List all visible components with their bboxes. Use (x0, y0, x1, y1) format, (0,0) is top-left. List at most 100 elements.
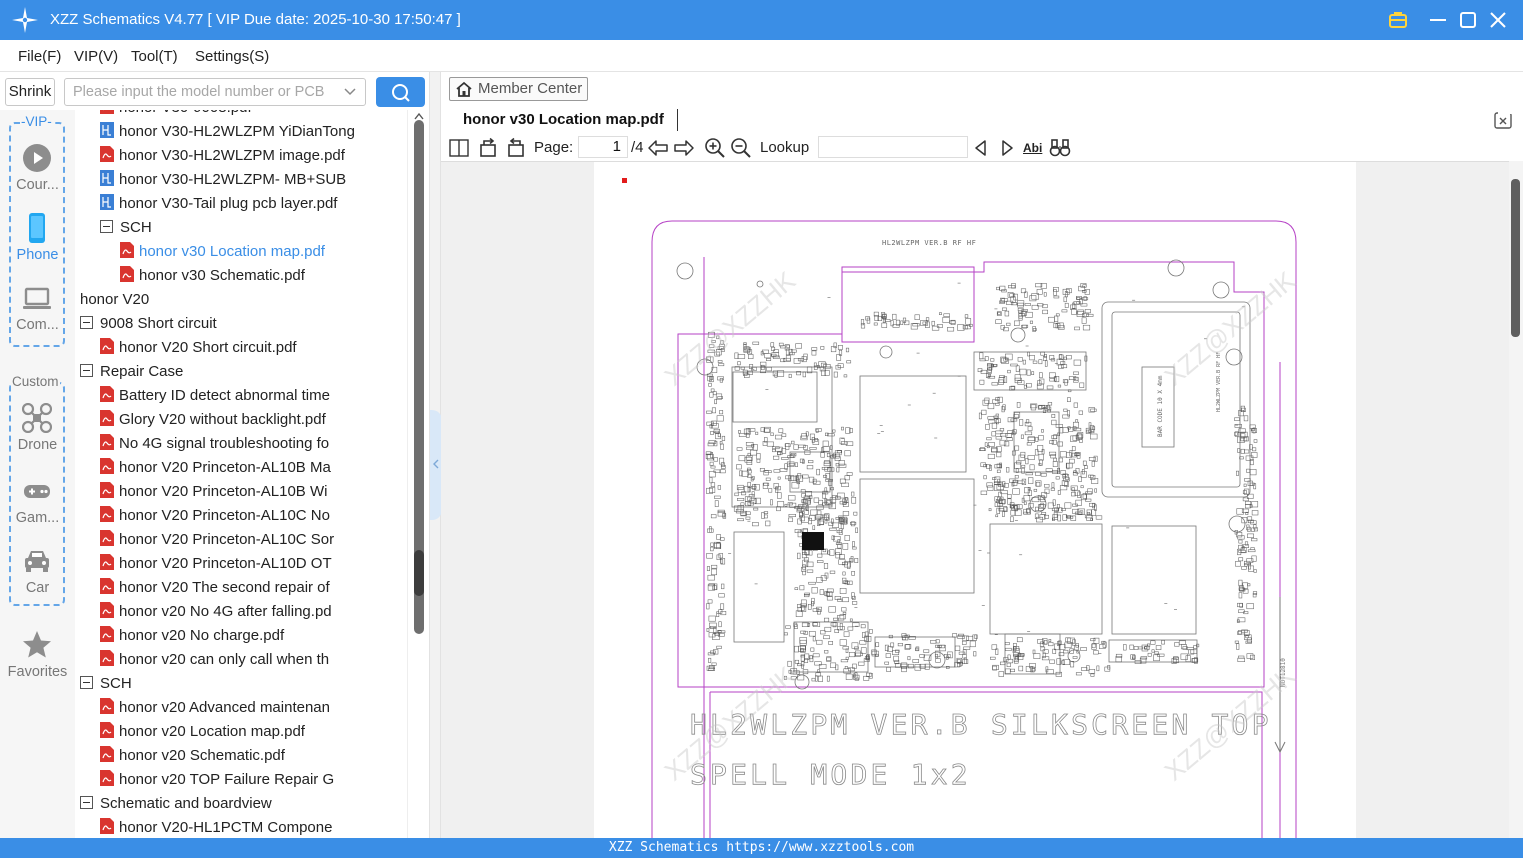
pcb-component-mark (1072, 503, 1078, 507)
minimize-icon[interactable] (1426, 8, 1450, 32)
find-next-icon[interactable] (996, 137, 1018, 159)
pcb-component-mark (1050, 454, 1056, 459)
collapse-toggle-icon[interactable] (80, 316, 93, 329)
category-phone[interactable]: Phone (0, 213, 75, 283)
pcb-component-mark (1029, 464, 1035, 471)
pcb-component-mark (837, 492, 845, 499)
tree-folder[interactable]: honor V20 (75, 288, 149, 312)
tree-file-item[interactable]: honor v30 Schematic.pdf (120, 264, 305, 288)
tree-file-item[interactable]: honor v20 can only call when th (100, 648, 329, 672)
tree-file-item[interactable]: honor V20 Short circuit.pdf (100, 336, 297, 360)
tree-file-item[interactable]: honor V30-Tail plug pcb layer.pdf (100, 192, 337, 216)
collapse-toggle-icon[interactable] (80, 796, 93, 809)
tree-folder[interactable]: SCH (100, 216, 152, 240)
close-icon[interactable] (1486, 8, 1510, 32)
pcb-component-mark (1151, 649, 1155, 653)
tree-file-item[interactable]: honor v20 Location map.pdf (100, 720, 305, 744)
zoom-in-icon[interactable] (704, 137, 726, 159)
shrink-button[interactable]: Shrink (5, 78, 55, 106)
pdf-file-icon (100, 506, 114, 522)
tree-file-item[interactable]: honor V20 Princeton-AL10C Sor (100, 528, 334, 552)
tree-file-item[interactable]: honor V30-HL2WLZPM image.pdf (100, 144, 345, 168)
menu-settings[interactable]: Settings(S) (195, 48, 269, 65)
document-scrollbar[interactable] (1509, 161, 1523, 838)
tree-file-item[interactable]: honor V20 Princeton-AL10B Wi (100, 480, 327, 504)
category-favorites[interactable]: Favorites (0, 630, 75, 700)
tree-file-item[interactable]: honor V20 Princeton-AL10C No (100, 504, 330, 528)
close-tab-icon[interactable] (1493, 110, 1513, 130)
scroll-up-icon[interactable] (413, 112, 425, 120)
tree-file-item[interactable]: honor V20-HL1PCTM Compone (100, 816, 332, 838)
collapse-toggle-icon[interactable] (80, 676, 93, 689)
chevron-down-icon[interactable] (343, 85, 357, 99)
menu-file[interactable]: File(F) (18, 48, 61, 65)
find-prev-icon[interactable] (970, 137, 992, 159)
tree-item-label: honor v20 No 4G after falling.pd (119, 603, 332, 620)
tree-file-item[interactable]: honor V30-HL2WLZPM YiDianTong (100, 120, 355, 144)
tree-file-item[interactable]: honor V20 The second repair of (100, 576, 330, 600)
pcb-component-mark (978, 412, 982, 420)
sidebar-toggle-icon[interactable] (448, 137, 470, 159)
page-number-input[interactable]: 1 (578, 136, 628, 158)
prev-page-icon[interactable] (647, 137, 669, 159)
binoculars-icon[interactable] (1049, 137, 1071, 159)
document-tab[interactable]: honor v30 Location map.pdf (449, 107, 678, 135)
tree-file-item[interactable]: honor V20 Princeton-AL10B Ma (100, 456, 331, 480)
tree-folder[interactable]: 9008 Short circuit (80, 312, 217, 336)
pcb-component-mark (773, 349, 779, 353)
document-area[interactable]: HL2WLZPM VER.B RF HF HL2WLZPM VER.B SILK… (441, 161, 1509, 838)
pcb-component-mark (716, 554, 721, 560)
menu-tool[interactable]: Tool(T) (131, 48, 178, 65)
rotate-left-icon[interactable] (478, 137, 500, 159)
pcb-component-mark (886, 667, 891, 672)
briefcase-icon[interactable] (1386, 8, 1410, 32)
category-drone[interactable]: Drone (0, 403, 75, 473)
pdf-file-icon (100, 650, 114, 666)
tree-file-item[interactable]: honor V30-HL2WLZPM- MB+SUB (100, 168, 346, 192)
tree-file-item[interactable]: honor v30 Location map.pdf (120, 240, 325, 264)
tree-scrollbar[interactable] (407, 110, 429, 838)
category-car[interactable]: Car (0, 546, 75, 616)
pcb-component-mark (842, 511, 850, 516)
tree-file-item[interactable]: honor v20 No charge.pdf (100, 624, 284, 648)
zoom-out-icon[interactable] (730, 137, 752, 159)
collapse-toggle-icon[interactable] (100, 220, 113, 233)
title-bar[interactable]: XZZ Schematics V4.77 [ VIP Due date: 202… (0, 0, 1523, 40)
tree-file-item[interactable]: No 4G signal troubleshooting fo (100, 432, 329, 456)
tree-file-item[interactable]: honor V30-9008.pdf (100, 110, 252, 120)
tree-folder[interactable]: Schematic and boardview (80, 792, 272, 816)
pcb-component-mark (1072, 656, 1078, 659)
tree-file-item[interactable]: Glory V20 without backlight.pdf (100, 408, 326, 432)
pcb-component-mark (922, 321, 927, 325)
tab-separator (677, 109, 678, 131)
member-center-button[interactable]: Member Center (449, 77, 588, 101)
tree-folder[interactable]: Repair Case (80, 360, 183, 384)
pdf-file-icon (100, 410, 114, 426)
search-button[interactable] (376, 77, 425, 107)
category-courses[interactable]: Cour... (0, 143, 75, 213)
model-search-combobox[interactable]: Please input the model number or PCB (64, 78, 366, 106)
maximize-icon[interactable] (1456, 8, 1480, 32)
tree-scrollbar-thumb[interactable] (414, 550, 424, 596)
category-computer[interactable]: Com... (0, 283, 75, 353)
tree-file-item[interactable]: honor v20 Advanced maintenan (100, 696, 330, 720)
collapse-toggle-icon[interactable] (80, 364, 93, 377)
pcb-component-mark (930, 640, 937, 644)
tree-folder[interactable]: SCH (80, 672, 132, 696)
rotate-right-icon[interactable] (504, 137, 526, 159)
tree-file-item[interactable]: honor v20 Schematic.pdf (100, 744, 285, 768)
tree-file-item[interactable]: honor V20 Princeton-AL10D OT (100, 552, 332, 576)
pcb-component-mark (1044, 484, 1050, 488)
tree-item-label: SCH (100, 675, 132, 692)
document-scrollbar-thumb[interactable] (1511, 179, 1520, 337)
lookup-input[interactable] (818, 136, 968, 158)
pcb-component-mark (846, 360, 852, 364)
category-game[interactable]: Gam... (0, 476, 75, 546)
tree-file-item[interactable]: honor v20 TOP Failure Repair G (100, 768, 334, 792)
next-page-icon[interactable] (673, 137, 695, 159)
tree-item-label: No 4G signal troubleshooting fo (119, 435, 330, 452)
tree-file-item[interactable]: honor v20 No 4G after falling.pd (100, 600, 332, 624)
tree-file-item[interactable]: Battery ID detect abnormal time (100, 384, 330, 408)
match-case-button[interactable]: Abi (1023, 137, 1049, 159)
menu-vip[interactable]: VIP(V) (74, 48, 118, 65)
